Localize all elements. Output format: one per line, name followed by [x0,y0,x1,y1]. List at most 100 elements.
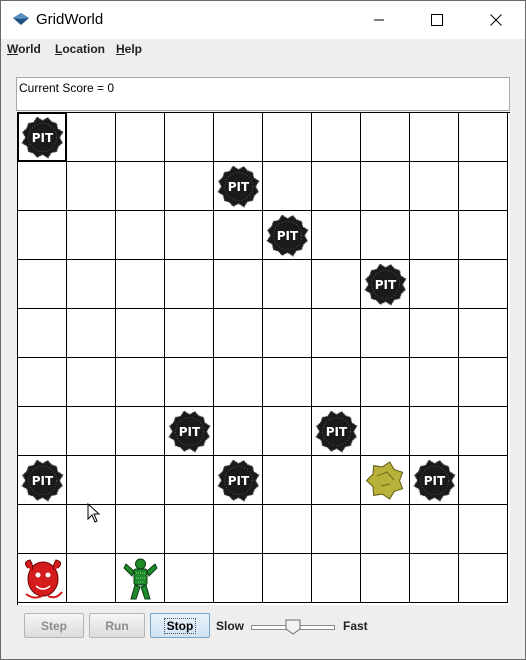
grid-cell[interactable] [165,358,214,407]
grid-cell[interactable] [410,407,459,456]
grid-cell[interactable] [116,407,165,456]
grid-cell[interactable] [459,113,508,162]
grid-cell[interactable] [214,113,263,162]
grid-cell[interactable] [410,211,459,260]
grid-cell[interactable] [18,309,67,358]
stop-button[interactable]: Stop [150,613,210,638]
grid-cell[interactable] [214,260,263,309]
grid-cell[interactable] [361,113,410,162]
grid-cell[interactable] [312,456,361,505]
grid-cell[interactable] [459,309,508,358]
pit-icon[interactable]: PIT [167,409,212,454]
grid-cell[interactable] [263,309,312,358]
grid-cell[interactable] [116,505,165,554]
grid-cell[interactable] [214,358,263,407]
pit-icon[interactable]: PIT [20,458,65,503]
grid-cell[interactable] [18,505,67,554]
grid-cell[interactable] [67,554,116,603]
gold-icon[interactable] [363,458,408,503]
grid-cell[interactable] [361,211,410,260]
grid-cell[interactable] [214,309,263,358]
grid-cell[interactable] [361,505,410,554]
grid-cell[interactable] [214,407,263,456]
grid-cell[interactable] [312,113,361,162]
grid-cell[interactable] [312,260,361,309]
grid-cell[interactable] [312,309,361,358]
grid-cell[interactable] [116,309,165,358]
grid-cell[interactable]: PIT [18,456,67,505]
menu-world[interactable]: World [7,42,41,56]
grid-cell[interactable] [116,113,165,162]
grid-cell[interactable] [263,113,312,162]
grid-cell[interactable] [459,211,508,260]
grid-cell[interactable] [165,554,214,603]
grid-cell[interactable] [459,554,508,603]
grid-cell[interactable] [67,407,116,456]
grid-cell[interactable] [116,211,165,260]
close-button[interactable] [473,1,519,39]
grid-cell[interactable] [410,113,459,162]
grid-cell[interactable]: PIT [18,113,67,162]
grid-cell[interactable] [263,407,312,456]
pit-icon[interactable]: PIT [216,458,261,503]
grid-cell[interactable]: PIT [214,162,263,211]
title-bar[interactable]: GridWorld [1,1,525,39]
grid-cell[interactable] [361,456,410,505]
speed-slider-thumb[interactable] [285,619,301,635]
grid-cell[interactable] [361,554,410,603]
grid-cell[interactable] [165,211,214,260]
maximize-button[interactable] [414,1,460,39]
world-grid[interactable]: PIT PIT PIT PIT PIT PIT PIT PIT PIT [17,112,510,605]
grid-cell[interactable] [214,211,263,260]
grid-cell[interactable] [361,162,410,211]
minimize-button[interactable] [356,1,402,39]
grid-cell[interactable] [116,456,165,505]
grid-cell[interactable] [67,358,116,407]
grid-cell[interactable] [312,162,361,211]
grid-cell[interactable] [214,554,263,603]
grid-cell[interactable] [18,162,67,211]
pit-icon[interactable]: PIT [20,115,65,160]
grid-cell[interactable] [18,260,67,309]
pit-icon[interactable]: PIT [363,262,408,307]
grid-cell[interactable] [312,211,361,260]
grid-cell[interactable] [410,554,459,603]
grid-cell[interactable] [263,505,312,554]
grid-cell[interactable] [410,505,459,554]
grid-cell[interactable] [263,554,312,603]
grid-cell[interactable] [312,358,361,407]
grid-cell[interactable] [263,162,312,211]
grid-cell[interactable] [263,358,312,407]
grid-cell[interactable] [165,505,214,554]
menu-help[interactable]: Help [116,42,142,56]
grid-cell[interactable] [18,358,67,407]
grid-cell[interactable]: PIT [361,260,410,309]
grid-cell[interactable] [459,407,508,456]
grid-cell[interactable] [67,309,116,358]
grid-cell[interactable] [18,211,67,260]
grid-cell[interactable]: PIT [263,211,312,260]
grid-cell[interactable] [67,113,116,162]
grid-cell[interactable] [263,456,312,505]
run-button[interactable]: Run [89,613,145,638]
grid-cell[interactable] [459,260,508,309]
step-button[interactable]: Step [24,613,84,638]
pit-icon[interactable]: PIT [314,409,359,454]
grid-cell[interactable] [116,162,165,211]
grid-cell[interactable]: PIT [214,456,263,505]
grid-cell[interactable] [312,505,361,554]
grid-cell[interactable] [361,407,410,456]
grid-cell[interactable] [459,358,508,407]
grid-cell[interactable] [410,162,459,211]
grid-cell[interactable] [165,309,214,358]
grid-cell[interactable] [312,554,361,603]
grid-cell[interactable] [165,456,214,505]
grid-cell[interactable] [410,358,459,407]
grid-cell[interactable] [165,260,214,309]
pit-icon[interactable]: PIT [216,164,261,209]
grid-cell[interactable] [459,162,508,211]
pit-icon[interactable]: PIT [412,458,457,503]
grid-cell[interactable] [263,260,312,309]
hunter-icon[interactable] [118,556,163,601]
pit-icon[interactable]: PIT [265,213,310,258]
